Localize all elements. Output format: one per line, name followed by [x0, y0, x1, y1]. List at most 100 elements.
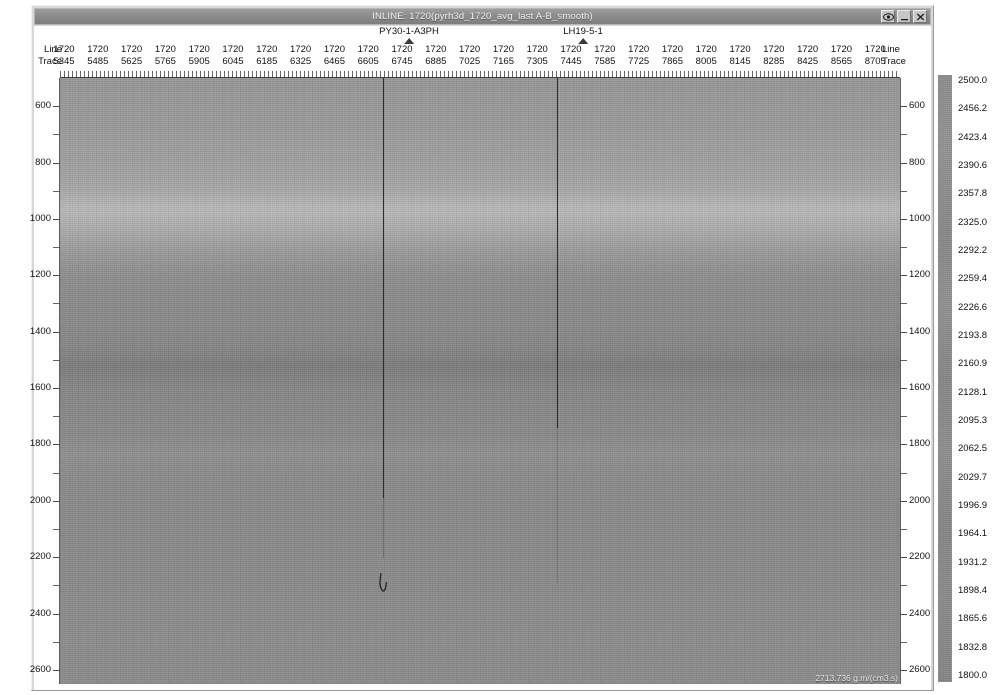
- trace-value: 8705: [864, 56, 886, 67]
- axis-line-right: [900, 78, 901, 684]
- seismic-viewer-app: INLINE: 1720(pyrh3d_1720_avg_last A-B_sm…: [0, 0, 1000, 695]
- minimize-icon: [900, 18, 908, 20]
- well-track-py30-1-a3ph-lower: [383, 498, 384, 558]
- depth-tick-2200: [900, 557, 907, 559]
- colorbar-gradient[interactable]: [938, 75, 952, 682]
- minimize-button[interactable]: [897, 10, 911, 23]
- colorbar-label-1931-2: 1931.2: [958, 556, 988, 568]
- depth-label-1000: 1000: [29, 212, 51, 224]
- colorbar-label-1832-8: 1832.8: [958, 641, 988, 653]
- well-track-lh19-5-1-lower: [557, 428, 558, 583]
- depth-minor-tick-2100: [900, 528, 907, 530]
- window-titlebar[interactable]: INLINE: 1720(pyrh3d_1720_avg_last A-B_sm…: [34, 8, 931, 25]
- plot-area: Line Trace Line Trace 1720 5345 1720 5485 17…: [30, 26, 931, 690]
- depth-tick-2600: [53, 669, 60, 671]
- colorbar-label-2500-0: 2500.0: [958, 75, 988, 86]
- seismic-section[interactable]: 2713.736 g.m/(cm3.s): [60, 78, 900, 684]
- depth-label-2200: 2200: [29, 551, 51, 563]
- depth-tick-2200: [53, 557, 60, 559]
- trace-header: Line Trace Line Trace 1720 5345 1720 5485 17…: [34, 26, 931, 78]
- depth-tick-600: [900, 106, 907, 108]
- well-deviation-py30-1-a3ph: [379, 573, 388, 592]
- colorbar: 2500.0 2456.2 2423.4 2390.6 2357.8 2325.0 2292…: [938, 75, 996, 685]
- depth-label-2400: 2400: [909, 607, 931, 619]
- depth-label-1600: 1600: [909, 382, 931, 394]
- depth-tick-1600: [900, 388, 907, 390]
- depth-tick-1600: [53, 388, 60, 390]
- eye-icon: [882, 12, 894, 21]
- depth-label-1400: 1400: [29, 325, 51, 337]
- colorbar-label-2095-3: 2095.3: [958, 415, 988, 426]
- well-marker-2[interactable]: LH19-5-1: [563, 26, 603, 44]
- depth-minor-tick-1100: [900, 247, 907, 249]
- colorbar-label-1800-0: 1800.0: [958, 670, 988, 681]
- depth-label-2400: 2400: [29, 607, 51, 619]
- depth-label-1600: 1600: [29, 382, 51, 394]
- depth-minor-tick-2100: [53, 528, 60, 530]
- depth-tick-600: [53, 106, 60, 108]
- depth-minor-tick-700: [900, 134, 907, 136]
- depth-minor-tick-700: [53, 134, 60, 136]
- depth-tick-1400: [900, 331, 907, 333]
- depth-label-600: 600: [35, 100, 51, 112]
- colorbar-label-2456-2: 2456.2: [958, 103, 988, 115]
- colorbar-label-1964-1: 1964.1: [958, 528, 988, 540]
- colorbar-label-2062-5: 2062.5: [958, 443, 988, 455]
- depth-minor-tick-2300: [53, 585, 60, 587]
- colorbar-label-2357-8: 2357.8: [958, 188, 988, 200]
- depth-tick-2000: [53, 500, 60, 502]
- colorbar-label-1865-6: 1865.6: [958, 613, 988, 625]
- window-controls: [881, 10, 927, 23]
- depth-tick-800: [900, 162, 907, 164]
- restore-button[interactable]: [881, 10, 895, 23]
- depth-label-600: 600: [909, 100, 925, 112]
- depth-label-1200: 1200: [909, 269, 931, 281]
- line-value: 1720: [864, 44, 886, 55]
- depth-minor-tick-2500: [53, 641, 60, 643]
- depth-minor-tick-900: [900, 190, 907, 192]
- depth-tick-1800: [900, 444, 907, 446]
- colorbar-label-2259-4: 2259.4: [958, 273, 988, 285]
- depth-tick-1000: [900, 218, 907, 220]
- trace-column-8705: 1720 8705: [853, 44, 897, 68]
- depth-minor-tick-2500: [900, 641, 907, 643]
- depth-tick-800: [53, 162, 60, 164]
- depth-tick-2400: [900, 613, 907, 615]
- seismic-canvas[interactable]: 2713.736 g.m/(cm3.s): [60, 78, 900, 684]
- colorbar-label-1898-4: 1898.4: [958, 585, 988, 596]
- depth-minor-tick-900: [53, 190, 60, 192]
- depth-minor-tick-1300: [900, 303, 907, 305]
- depth-tick-2000: [900, 500, 907, 502]
- depth-tick-2600: [900, 669, 907, 671]
- well-pointer-icon: [403, 38, 414, 44]
- well-track-py30-1-a3ph[interactable]: [383, 78, 384, 498]
- depth-minor-tick-1100: [53, 247, 60, 249]
- depth-label-1800: 1800: [909, 438, 931, 450]
- trace-column-labels: 1720 5345 1720 5485 1720 5625 1720 5765 1720 5905…: [34, 44, 931, 70]
- close-button[interactable]: [913, 10, 927, 23]
- depth-minor-tick-1900: [900, 472, 907, 474]
- well-pointer-icon: [577, 38, 588, 44]
- depth-minor-tick-1300: [53, 303, 60, 305]
- colorbar-label-2193-8: 2193.8: [958, 330, 988, 341]
- well-track-lh19-5-1[interactable]: [557, 78, 558, 428]
- depth-label-1000: 1000: [909, 212, 931, 224]
- depth-label-2600: 2600: [909, 663, 931, 675]
- amplitude-readout: 2713.736 g.m/(cm3.s): [815, 673, 898, 683]
- depth-minor-tick-2300: [900, 585, 907, 587]
- depth-label-1800: 1800: [29, 438, 51, 450]
- colorbar-label-2029-7: 2029.7: [958, 471, 988, 483]
- depth-minor-tick-1500: [53, 359, 60, 361]
- depth-tick-1000: [53, 218, 60, 220]
- depth-label-800: 800: [35, 156, 51, 168]
- well-marker-1[interactable]: PY30-1-A3PH: [379, 26, 439, 44]
- well-name-label: LH19-5-1: [563, 26, 603, 37]
- depth-tick-2400: [53, 613, 60, 615]
- depth-tick-1800: [53, 444, 60, 446]
- colorbar-noise: [939, 76, 951, 681]
- depth-label-2000: 2000: [909, 494, 931, 506]
- colorbar-label-2160-9: 2160.9: [958, 358, 988, 370]
- colorbar-label-2226-6: 2226.6: [958, 301, 988, 313]
- colorbar-label-2390-6: 2390.6: [958, 160, 988, 171]
- depth-minor-tick-1500: [900, 359, 907, 361]
